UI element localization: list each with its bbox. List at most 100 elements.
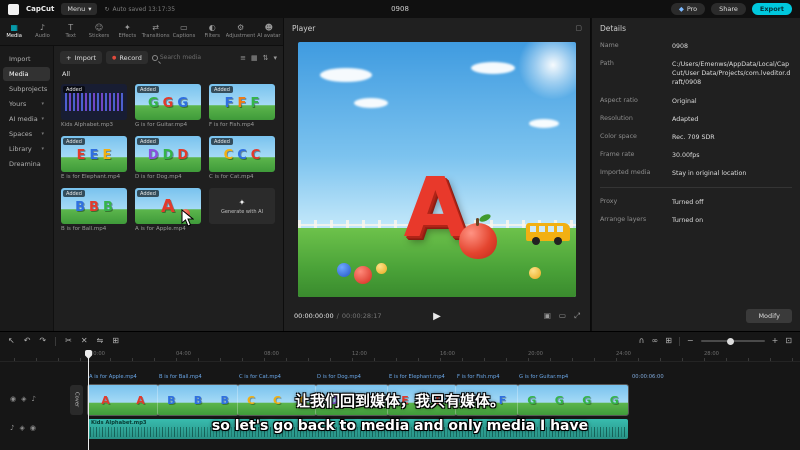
cloud-graphic [529, 118, 560, 128]
share-button[interactable]: Share [711, 3, 746, 15]
zoom-out-icon[interactable]: − [687, 337, 694, 345]
auto-link-icon[interactable]: ∞ [652, 337, 659, 345]
sidebar-item-spaces[interactable]: Spaces ▾ [3, 127, 50, 141]
zoom-in-icon[interactable]: + [772, 337, 779, 345]
timeline-tracks: ◉ ◈ ♪ ♪ ◈ ◉ Cover A is for Apple.mp4 B i… [0, 362, 800, 450]
zoom-slider-knob[interactable] [727, 337, 735, 345]
undo-icon[interactable]: ↶ [24, 337, 31, 345]
filter-icon[interactable]: ▾ [273, 54, 277, 62]
media-item-e-elephant[interactable]: Added EEE E is for Elephant.mp4 [61, 136, 129, 180]
tab-filters[interactable]: ◐ Filters [198, 18, 226, 45]
pro-button[interactable]: ◆ Pro [670, 3, 706, 15]
track-lock-icon[interactable]: ◈ [19, 424, 24, 432]
timeline-clip-d[interactable]: DD [315, 384, 389, 416]
tab-stickers[interactable]: ☺ Stickers [85, 18, 113, 45]
media-toolbar: + Import ● Record ≡ ▦ ⇅ ▾ [54, 46, 283, 67]
search-box[interactable] [151, 54, 236, 61]
tab-ai-avatar[interactable]: ☻ AI avatar [255, 18, 283, 45]
video-preview[interactable]: A [298, 42, 576, 297]
mirror-icon[interactable]: ⇋ [97, 337, 104, 345]
school-bus-graphic [526, 222, 571, 245]
sidebar-item-dreamina[interactable]: Dreamina [3, 157, 50, 171]
detail-value[interactable]: 30.00fps [672, 151, 792, 160]
timeline-clip-f[interactable]: FF [455, 384, 519, 416]
track-mute-icon[interactable]: ♪ [10, 424, 14, 432]
track-lock-icon[interactable]: ◈ [21, 395, 26, 403]
menu-button[interactable]: Menu ▾ [61, 3, 98, 15]
tab-audio[interactable]: ♪ Audio [28, 18, 56, 45]
playhead[interactable] [85, 350, 92, 450]
detail-value[interactable]: Stay in original location [672, 169, 792, 178]
export-button[interactable]: Export [751, 3, 792, 15]
magnet-icon[interactable]: ∩ [639, 337, 645, 345]
player-title: Player [292, 23, 316, 33]
sidebar-item-media[interactable]: Media [3, 67, 50, 81]
sidebar-item-library[interactable]: Library ▾ [3, 142, 50, 156]
timeline-clip-e[interactable]: EE [387, 384, 457, 416]
fit-timeline-icon[interactable]: ⊡ [785, 337, 792, 345]
split-icon[interactable]: ✂ [65, 337, 72, 345]
tab-captions[interactable]: ▭ Captions [170, 18, 198, 45]
detail-label: Name [600, 42, 619, 49]
filter-all-label[interactable]: All [54, 67, 283, 79]
cover-button[interactable]: Cover [70, 385, 83, 415]
fullscreen-icon[interactable]: ⤢ [574, 311, 580, 321]
list-view-icon[interactable]: ≡ [240, 54, 246, 62]
tab-transitions[interactable]: ⇄ Transitions [141, 18, 170, 45]
timeline-clip-b[interactable]: BBB [157, 384, 239, 416]
sidebar-item-import[interactable]: Import [3, 52, 50, 66]
media-item-f-fish[interactable]: Added FFF F is for Fish.mp4 [209, 84, 277, 128]
track-hide-icon[interactable]: ◉ [10, 395, 16, 403]
grid-view-icon[interactable]: ▦ [251, 54, 258, 62]
sidebar-item-label: Yours [9, 100, 27, 108]
detail-value[interactable]: Rec. 709 SDR [672, 133, 792, 142]
tab-text-label: Text [65, 33, 76, 39]
generate-with-ai-tile[interactable]: ✦ Generate with AI [209, 188, 277, 232]
delete-icon[interactable]: ✕ [81, 337, 88, 345]
tab-effects[interactable]: ✦ Effects [113, 18, 141, 45]
sort-icon[interactable]: ⇅ [263, 54, 269, 62]
select-tool-icon[interactable]: ↖ [8, 337, 15, 345]
modify-button[interactable]: Modify [746, 309, 792, 323]
timeline-ruler[interactable]: 00:00 04:00 08:00 12:00 16:00 20:00 24:0… [0, 350, 800, 362]
track-mute-icon[interactable]: ♪ [32, 395, 36, 403]
record-button[interactable]: ● Record [106, 51, 148, 64]
media-item-name: C is for Cat.mp4 [209, 174, 254, 180]
media-item-b-ball[interactable]: Added BBB B is for Ball.mp4 [61, 188, 129, 232]
sidebar-item-label: Media [9, 70, 29, 78]
timeline-clip-g[interactable]: GGGG [517, 384, 629, 416]
crop-icon[interactable]: ⊞ [112, 337, 119, 345]
media-item-g-guitar[interactable]: Added GGG G is for Guitar.mp4 [135, 84, 203, 128]
detail-value[interactable]: Adapted [672, 115, 792, 124]
tab-text[interactable]: T Text [57, 18, 85, 45]
media-grid: Added Kids Alphabet.mp3 Added GGG G is f… [54, 79, 283, 237]
media-item-d-dog[interactable]: Added DDD D is for Dog.mp4 [135, 136, 203, 180]
pro-diamond-icon: ◆ [678, 5, 684, 13]
waveform-graphic [65, 93, 123, 111]
timeline-toolbar: ↖ ↶ ↷ ✂ ✕ ⇋ ⊞ ∩ ∞ ⊞ − + ⊡ [0, 332, 800, 350]
record-dot-icon: ● [112, 54, 117, 61]
tab-adjustment[interactable]: ⚙ Adjustment [226, 18, 254, 45]
media-item-kids-alphabet[interactable]: Added Kids Alphabet.mp3 [61, 84, 129, 128]
snap-icon[interactable]: ⊞ [665, 337, 672, 345]
detach-player-icon[interactable]: ▢ [575, 24, 582, 32]
ratio-icon[interactable]: ▭ [559, 311, 566, 321]
import-button[interactable]: + Import [60, 51, 103, 64]
timeline-clip-c[interactable]: CCC [237, 384, 317, 416]
autosave-icon: ↻ [104, 5, 110, 13]
sidebar-item-yours[interactable]: Yours ▾ [3, 97, 50, 111]
detail-value[interactable]: Turned on [672, 216, 792, 225]
detail-value[interactable]: Turned off [672, 198, 792, 207]
snapshot-icon[interactable]: ▣ [544, 311, 551, 321]
timeline-zoom-slider[interactable] [700, 337, 765, 345]
tab-media[interactable]: ▦ Media [0, 18, 28, 45]
sidebar-item-ai-media[interactable]: AI media ▾ [3, 112, 50, 126]
timeline-audio-clip[interactable]: Kids Alphabet.mp3 [88, 419, 628, 439]
sidebar-item-subprojects[interactable]: Subprojects [3, 82, 50, 96]
timeline-clip-a[interactable]: AA [87, 384, 159, 416]
media-item-c-cat[interactable]: Added CCC C is for Cat.mp4 [209, 136, 277, 180]
redo-icon[interactable]: ↷ [39, 337, 46, 345]
search-input[interactable] [159, 54, 212, 61]
track-hide-icon[interactable]: ◉ [30, 424, 36, 432]
detail-value[interactable]: Original [672, 97, 792, 106]
